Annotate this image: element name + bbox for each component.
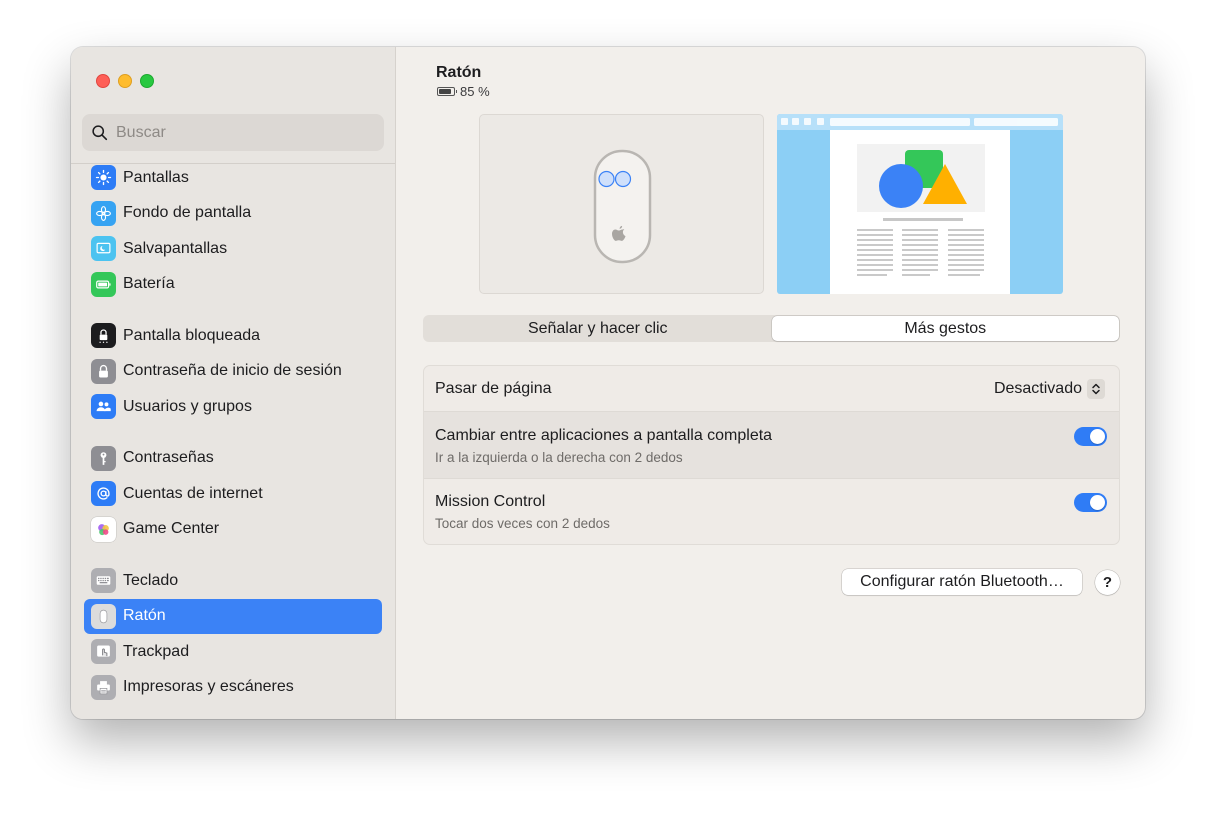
key-icon — [91, 445, 116, 471]
setting-row-cambiar-aplicaciones: Cambiar entre aplicaciones a pantalla co… — [424, 412, 1119, 479]
sidebar-item-usuarios-y-grupos[interactable]: Usuarios y grupos — [84, 389, 382, 425]
padlock-icon — [91, 358, 116, 384]
device-battery: 85 % — [437, 84, 490, 99]
sidebar-item-trackpad[interactable]: Trackpad — [84, 634, 382, 670]
game-center-icon — [91, 516, 116, 542]
chevron-up-down-icon — [1087, 379, 1105, 399]
sidebar-item-label: Salvapantallas — [123, 239, 228, 257]
sidebar-item-label: Usuarios y grupos — [123, 397, 252, 415]
window-controls — [96, 74, 154, 88]
sidebar-item-label: Cuentas de internet — [123, 484, 263, 502]
main-content: Ratón 85 % Señalar y hacer clic Más gest… — [396, 47, 1145, 719]
popup-value: Desactivado — [993, 380, 1082, 397]
help-button[interactable]: ? — [1095, 570, 1120, 595]
setting-row-pasar-de-pagina: Pasar de página Desactivado — [424, 366, 1119, 412]
sidebar-item-label: Ratón — [123, 607, 166, 625]
screensaver-icon — [91, 236, 116, 262]
users-group-icon — [91, 394, 116, 420]
mouse-gesture-preview — [479, 114, 764, 294]
gestures-settings-group: Pasar de página Desactivado Cambiar entr… — [423, 365, 1120, 545]
pasar-de-pagina-popup[interactable]: Desactivado — [994, 379, 1105, 399]
screen-gesture-preview — [777, 114, 1063, 294]
battery-level-icon — [437, 87, 457, 96]
sidebar-item-label: Trackpad — [123, 642, 190, 660]
sidebar-item-contrasena-inicio-sesion[interactable]: Contraseña de inicio de sesión — [84, 354, 382, 390]
battery-percentage: 85 % — [460, 84, 490, 99]
lock-screen-icon — [91, 323, 116, 349]
fullscreen-apps-illustration — [777, 114, 1063, 294]
sidebar-item-pantalla-bloqueada[interactable]: Pantalla bloqueada — [84, 318, 382, 354]
device-title: Ratón — [436, 64, 482, 81]
sidebar-item-label: Impresoras y escáneres — [123, 678, 294, 696]
setting-row-mission-control: Mission Control Tocar dos veces con 2 de… — [424, 479, 1119, 544]
settings-window: Pantallas Fondo de pantalla Salvapantall… — [71, 47, 1145, 719]
minimize-window-button[interactable] — [118, 74, 132, 88]
configure-bluetooth-mouse-button[interactable]: Configurar ratón Bluetooth… — [842, 569, 1082, 595]
close-window-button[interactable] — [96, 74, 110, 88]
sidebar-item-impresoras-y-escaneres[interactable]: Impresoras y escáneres — [84, 670, 382, 706]
at-sign-icon — [91, 481, 116, 507]
search-input[interactable] — [116, 123, 366, 142]
sidebar-section-gap — [84, 302, 382, 318]
sidebar: Pantallas Fondo de pantalla Salvapantall… — [71, 47, 396, 719]
wallpaper-flower-icon — [91, 200, 116, 226]
trackpad-icon — [91, 639, 116, 665]
setting-subtitle: Tocar dos veces con 2 dedos — [435, 516, 610, 531]
sidebar-section-gap — [84, 425, 382, 441]
tab-mas-gestos[interactable]: Más gestos — [771, 316, 1119, 341]
search-icon — [92, 125, 108, 141]
cambiar-aplicaciones-toggle[interactable] — [1074, 427, 1107, 446]
sidebar-section-gap — [84, 547, 382, 563]
sidebar-list: Pantallas Fondo de pantalla Salvapantall… — [84, 160, 382, 705]
sidebar-item-label: Contraseña de inicio de sesión — [123, 362, 342, 380]
sidebar-item-salvapantallas[interactable]: Salvapantallas — [84, 231, 382, 267]
display-brightness-icon — [91, 165, 116, 191]
mission-control-toggle[interactable] — [1074, 493, 1107, 512]
sidebar-item-label: Pantalla bloqueada — [123, 326, 261, 344]
tab-senalar-y-hacer-clic[interactable]: Señalar y hacer clic — [424, 316, 772, 341]
setting-title: Cambiar entre aplicaciones a pantalla co… — [435, 427, 773, 444]
keyboard-icon — [91, 568, 116, 594]
sidebar-item-label: Fondo de pantalla — [123, 204, 252, 222]
setting-subtitle: Ir a la izquierda o la derecha con 2 ded… — [435, 450, 683, 465]
sidebar-item-label: Batería — [123, 275, 175, 293]
search-field[interactable] — [82, 114, 384, 151]
sidebar-item-label: Game Center — [123, 520, 220, 538]
sidebar-item-contrasenas[interactable]: Contraseñas — [84, 441, 382, 477]
sidebar-item-pantallas[interactable]: Pantallas — [84, 160, 382, 196]
battery-icon — [91, 271, 116, 297]
sidebar-item-label: Teclado — [123, 571, 179, 589]
sidebar-item-teclado[interactable]: Teclado — [84, 563, 382, 599]
sidebar-item-raton[interactable]: Ratón — [84, 598, 382, 634]
sidebar-item-fondo-de-pantalla[interactable]: Fondo de pantalla — [84, 196, 382, 232]
sidebar-item-bateria[interactable]: Batería — [84, 267, 382, 303]
gesture-tabs: Señalar y hacer clic Más gestos — [423, 315, 1120, 342]
sidebar-item-label: Pantallas — [123, 168, 189, 186]
setting-title: Pasar de página — [435, 380, 552, 397]
magic-mouse-illustration — [593, 149, 652, 264]
sidebar-item-cuentas-de-internet[interactable]: Cuentas de internet — [84, 476, 382, 512]
printer-icon — [91, 674, 116, 700]
sidebar-item-game-center[interactable]: Game Center — [84, 512, 382, 548]
zoom-window-button[interactable] — [140, 74, 154, 88]
mouse-icon — [91, 603, 116, 629]
sidebar-item-label: Contraseñas — [123, 449, 214, 467]
setting-title: Mission Control — [435, 493, 546, 510]
